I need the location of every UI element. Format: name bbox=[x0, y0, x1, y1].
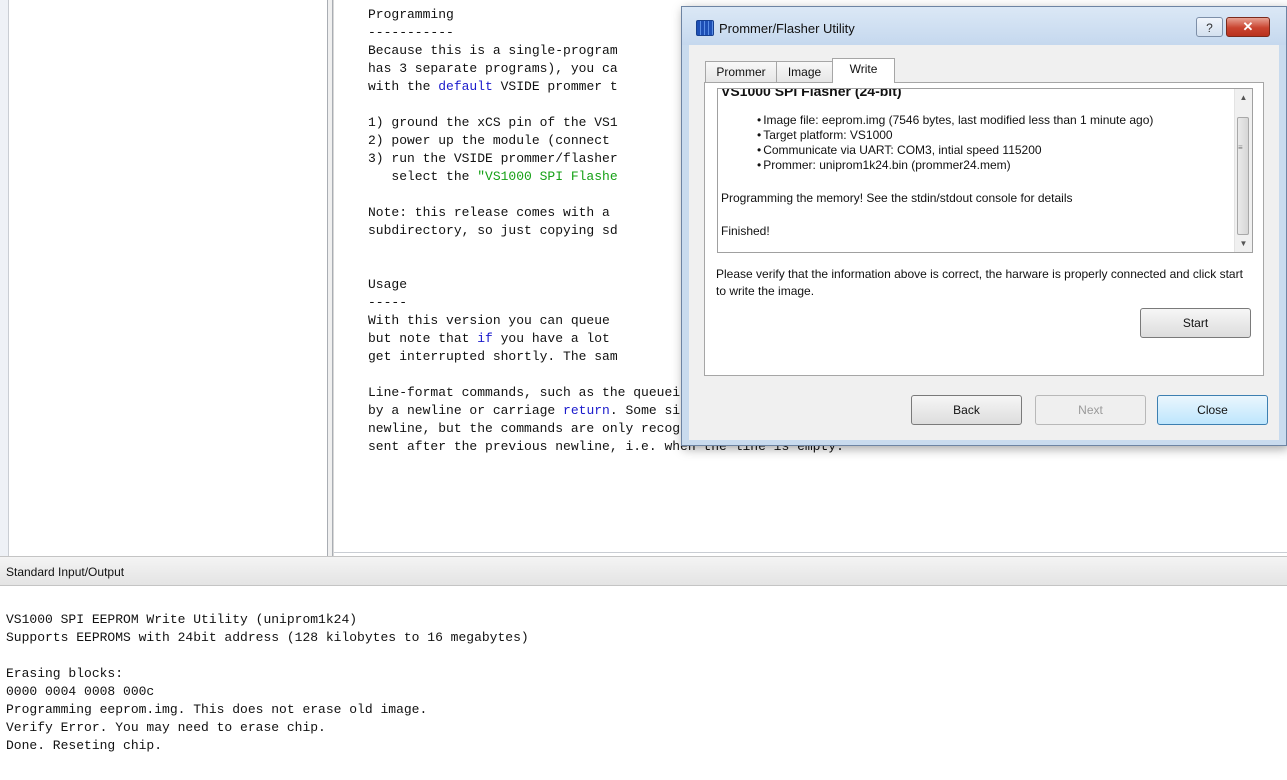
project-tree-pane[interactable] bbox=[9, 0, 328, 556]
code-token: Note: this release comes with a bbox=[368, 205, 610, 220]
code-token: default bbox=[438, 79, 493, 94]
code-token: Programming bbox=[368, 7, 454, 22]
code-token: With this version you can queue bbox=[368, 313, 610, 328]
window-close-button[interactable]: ✕ bbox=[1226, 17, 1270, 37]
code-token: ----- bbox=[368, 295, 408, 310]
tab-write[interactable]: Write bbox=[832, 58, 895, 83]
dialog-titlebar[interactable]: Prommer/Flasher Utility ? ✕ bbox=[682, 7, 1286, 45]
stdio-panel-title: Standard Input/Output bbox=[6, 565, 125, 579]
next-button[interactable]: Next bbox=[1035, 395, 1146, 425]
code-token: get interrupted shortly. The sam bbox=[368, 349, 618, 364]
code-token: ----------- bbox=[368, 25, 454, 40]
code-token: "VS1000 SPI Flashe bbox=[477, 169, 618, 184]
info-finished-line: Finished! bbox=[721, 224, 770, 238]
info-heading: VS1000 SPI Flasher (24-bit) bbox=[721, 88, 902, 99]
code-token: Because this is a single-program bbox=[368, 43, 618, 58]
back-button[interactable]: Back bbox=[911, 395, 1022, 425]
code-token: return bbox=[563, 403, 610, 418]
info-scrollbar[interactable]: ▲ ≡ ▼ bbox=[1234, 89, 1252, 252]
code-token: Usage bbox=[368, 277, 408, 292]
instructions-text: Please verify that the information above… bbox=[716, 267, 1243, 298]
tab-prommer[interactable]: Prommer bbox=[705, 61, 777, 82]
app-icon bbox=[696, 20, 714, 36]
code-token: subdirectory, so just copying sd bbox=[368, 223, 618, 238]
code-token: but note that bbox=[368, 331, 478, 346]
code-token: has 3 separate programs), you ca bbox=[368, 61, 618, 76]
stdio-output-text: VS1000 SPI EEPROM Write Utility (uniprom… bbox=[6, 612, 529, 753]
code-token: if bbox=[477, 331, 493, 346]
code-token: with the bbox=[368, 79, 439, 94]
close-button[interactable]: Close bbox=[1157, 395, 1268, 425]
code-token: you have a lot bbox=[492, 331, 610, 346]
code-token: select the bbox=[368, 169, 478, 184]
code-token: by a newline or carriage bbox=[368, 403, 564, 418]
info-text-box[interactable]: VS1000 SPI Flasher (24-bit) Image file: … bbox=[717, 88, 1253, 253]
scroll-up-icon[interactable]: ▲ bbox=[1235, 89, 1252, 106]
code-token: VSIDE prommer t bbox=[492, 79, 618, 94]
code-token: 3) run the VSIDE prommer/flasher bbox=[368, 151, 618, 166]
scroll-thumb[interactable] bbox=[1237, 117, 1249, 235]
code-token: 1) ground the xCS pin of the VS1 bbox=[368, 115, 618, 130]
left-gutter bbox=[0, 0, 9, 556]
info-list: Image file: eeprom.img (7546 bytes, last… bbox=[721, 113, 1226, 173]
prommer-flasher-dialog: Prommer/Flasher Utility ? ✕ Prommer Imag… bbox=[681, 6, 1287, 446]
dialog-body: Prommer Image Write VS1000 SPI Flasher (… bbox=[689, 45, 1279, 440]
tab-image[interactable]: Image bbox=[776, 61, 833, 82]
help-button[interactable]: ? bbox=[1196, 17, 1223, 37]
write-tab-page: VS1000 SPI Flasher (24-bit) Image file: … bbox=[704, 82, 1264, 376]
info-item: Communicate via UART: COM3, intial speed… bbox=[757, 143, 1226, 158]
stdio-panel-header: Standard Input/Output bbox=[0, 556, 1287, 586]
stdio-console[interactable]: VS1000 SPI EEPROM Write Utility (uniprom… bbox=[0, 587, 1287, 780]
info-content: VS1000 SPI Flasher (24-bit) Image file: … bbox=[721, 88, 1226, 239]
scroll-grip-icon: ≡ bbox=[1238, 143, 1243, 152]
start-button[interactable]: Start bbox=[1140, 308, 1251, 338]
info-item: Prommer: uniprom1k24.bin (prommer24.mem) bbox=[757, 158, 1226, 173]
scroll-down-icon[interactable]: ▼ bbox=[1235, 235, 1252, 252]
dialog-title: Prommer/Flasher Utility bbox=[719, 21, 855, 36]
code-token: 2) power up the module (connect bbox=[368, 133, 610, 148]
info-programming-line: Programming the memory! See the stdin/st… bbox=[721, 191, 1073, 205]
info-item: Target platform: VS1000 bbox=[757, 128, 1226, 143]
info-item: Image file: eeprom.img (7546 bytes, last… bbox=[757, 113, 1226, 128]
